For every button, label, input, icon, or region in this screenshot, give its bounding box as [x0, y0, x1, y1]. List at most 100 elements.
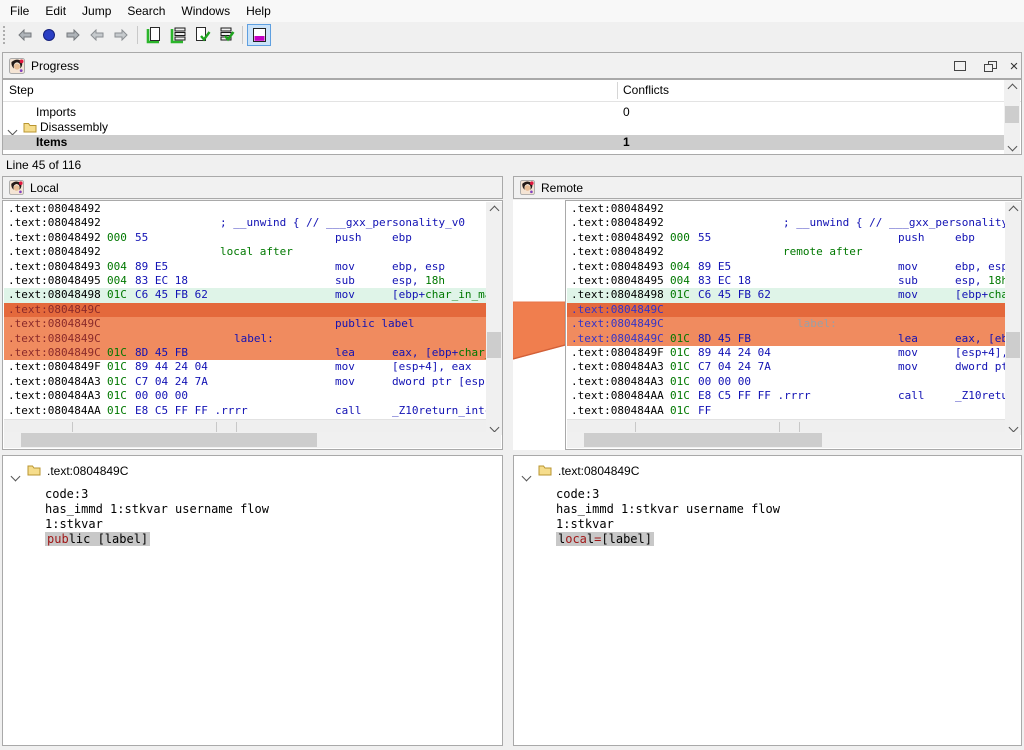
scroll-up-button[interactable]: [1005, 202, 1021, 218]
asm-line[interactable]: .text:080484AA01CE8 C5 FF FF .rrrrcall_Z…: [4, 404, 486, 418]
asm-line[interactable]: .text:0804849300489 E5movebp, esp: [567, 260, 1005, 274]
menu-help[interactable]: Help: [238, 1, 279, 21]
asm-cell: mov: [335, 260, 355, 274]
local-vertical-scrollbar[interactable]: [486, 202, 502, 435]
asm-cell: .text:0804849C: [8, 317, 101, 331]
prev-difference-button[interactable]: [85, 24, 109, 46]
column-step[interactable]: Step: [9, 83, 34, 97]
remote-vertical-scrollbar[interactable]: [1005, 202, 1021, 435]
document-check-button[interactable]: [190, 24, 214, 46]
asm-line[interactable]: .text:0804849200055pushebp: [567, 231, 1005, 245]
asm-line[interactable]: .text:0804849Clabel:: [4, 332, 486, 346]
asm-line[interactable]: .text:08048492; __unwind { // ___gxx_per…: [4, 216, 486, 230]
asm-line[interactable]: .text:0804849C01C8D 45 FBleaeax, [ebp+ch…: [4, 346, 486, 360]
nav-current-button[interactable]: [37, 24, 61, 46]
asm-line[interactable]: .text:08048492local after: [4, 245, 486, 259]
asm-line[interactable]: .text:080484A301C00 00 00: [4, 389, 486, 403]
asm-line[interactable]: .text:0804849F01C89 44 24 04mov[esp+4], …: [4, 360, 486, 374]
detail-line[interactable]: 1:stkvar: [556, 517, 614, 531]
detail-line[interactable]: has_immd 1:stkvar username flow: [556, 502, 780, 516]
menu-edit[interactable]: Edit: [37, 1, 74, 21]
asm-token: char_in_ma: [988, 288, 1005, 301]
row-label: Items: [36, 135, 67, 150]
menu-file[interactable]: File: [2, 1, 37, 21]
nav-back-button[interactable]: [13, 24, 37, 46]
asm-line[interactable]: .text:0804849C01C8D 45 FBleaeax, [ebp+ch…: [567, 332, 1005, 346]
asm-line[interactable]: .text:0804849801CC6 45 FB 62mov[ebp+char…: [4, 288, 486, 302]
asm-line[interactable]: .text:0804849C: [567, 303, 1005, 317]
tree-row-disassembly[interactable]: Disassembly: [3, 120, 1004, 135]
asm-cell: 01C: [107, 288, 127, 302]
show-list-button[interactable]: [166, 24, 190, 46]
detail-conflict-value[interactable]: local=[label]: [556, 532, 654, 546]
asm-line[interactable]: .text:080484A301C00 00 00: [567, 375, 1005, 389]
column-separator[interactable]: [617, 82, 618, 99]
asm-line[interactable]: .text:0804849F01C89 44 24 04mov[esp+4], …: [567, 346, 1005, 360]
scrollbar-thumb[interactable]: [487, 332, 501, 358]
nav-forward-button[interactable]: [61, 24, 85, 46]
asm-line[interactable]: .text:0804849Cpublic label: [4, 317, 486, 331]
menu-jump[interactable]: Jump: [74, 1, 119, 21]
asm-line[interactable]: .text:0804849801CC6 45 FB 62mov[ebp+char…: [567, 288, 1005, 302]
asm-line[interactable]: .text:0804849500483 EC 18subesp, 18h: [4, 274, 486, 288]
local-detail-address[interactable]: .text:0804849C: [47, 464, 128, 478]
scroll-up-button[interactable]: [1004, 80, 1020, 96]
column-conflicts[interactable]: Conflicts: [623, 83, 669, 97]
remote-detail-address[interactable]: .text:0804849C: [558, 464, 639, 478]
merge-view-button[interactable]: [247, 24, 271, 46]
asm-line[interactable]: .text:0804849200055pushebp: [4, 231, 486, 245]
expander-chevron-icon[interactable]: [523, 467, 530, 485]
asm-line[interactable]: .text:0804849500483 EC 18subesp, 18h: [567, 274, 1005, 288]
scroll-down-button[interactable]: [1004, 138, 1020, 154]
blue-dot-icon: [42, 28, 56, 42]
asm-line[interactable]: .text:08048492; __unwind { // ___gxx_per…: [567, 216, 1005, 230]
maximize-button[interactable]: [949, 57, 971, 75]
close-button[interactable]: ×: [1003, 57, 1024, 75]
detail-line[interactable]: has_immd 1:stkvar username flow: [45, 502, 269, 516]
asm-line[interactable]: .text:08048492: [567, 202, 1005, 216]
asm-line[interactable]: .text:08048492: [4, 202, 486, 216]
expander-chevron-icon[interactable]: [12, 467, 19, 485]
next-difference-button[interactable]: [109, 24, 133, 46]
tree-vertical-scrollbar[interactable]: [1004, 80, 1020, 154]
detail-line[interactable]: code:3: [556, 487, 599, 501]
asm-line[interactable]: .text:0804849Clabel:: [567, 317, 1005, 331]
tree-row-imports[interactable]: Imports 0: [3, 105, 1004, 120]
scrollbar-thumb[interactable]: [584, 433, 822, 447]
tree-row-items[interactable]: Items 1: [3, 135, 1004, 150]
scrollbar-thumb[interactable]: [1006, 332, 1020, 358]
menu-search[interactable]: Search: [119, 1, 173, 21]
remote-horizontal-scrollbar[interactable]: [567, 432, 1020, 448]
asm-cell: lea: [335, 346, 355, 360]
asm-cell: 004: [107, 260, 127, 274]
asm-line[interactable]: .text:080484AA01CE8 C5 FF FF .rrrrcall_Z…: [567, 389, 1005, 403]
asm-line[interactable]: .text:080484A301CC7 04 24 7Amovdword ptr…: [567, 360, 1005, 374]
detail-line[interactable]: 1:stkvar: [45, 517, 103, 531]
list-check-button[interactable]: [214, 24, 238, 46]
asm-cell: .text:08048495: [571, 274, 664, 288]
asm-line[interactable]: .text:080484A301CC7 04 24 7Amovdword ptr…: [4, 375, 486, 389]
maximize-icon: [954, 61, 966, 71]
local-pane-titlebar[interactable]: Local: [2, 176, 503, 199]
restore-button[interactable]: [979, 57, 1001, 75]
scrollbar-thumb[interactable]: [1005, 106, 1019, 123]
asm-cell: mov: [335, 288, 355, 302]
asm-cell: mov: [898, 288, 918, 302]
asm-line[interactable]: .text:08048492remote after: [567, 245, 1005, 259]
scroll-up-button[interactable]: [486, 202, 502, 218]
remote-pane-titlebar[interactable]: Remote: [513, 176, 1022, 199]
toolbar-grip[interactable]: [3, 26, 10, 44]
left-arrow-icon: [90, 29, 104, 41]
local-horizontal-scrollbar[interactable]: [4, 432, 501, 448]
detail-line[interactable]: code:3: [45, 487, 88, 501]
show-document-button[interactable]: [142, 24, 166, 46]
menu-windows[interactable]: Windows: [173, 1, 238, 21]
progress-titlebar[interactable]: Progress ×: [2, 52, 1022, 79]
asm-line[interactable]: .text:0804849300489 E5movebp, esp: [4, 260, 486, 274]
asm-line[interactable]: .text:0804849C: [4, 303, 486, 317]
scrollbar-thumb[interactable]: [21, 433, 317, 447]
menu-bar: File Edit Jump Search Windows Help: [0, 0, 1024, 22]
detail-conflict-value[interactable]: public [label]: [45, 532, 150, 546]
asm-line[interactable]: .text:080484AA01CFF: [567, 404, 1005, 418]
ida-app-icon: [520, 180, 535, 195]
